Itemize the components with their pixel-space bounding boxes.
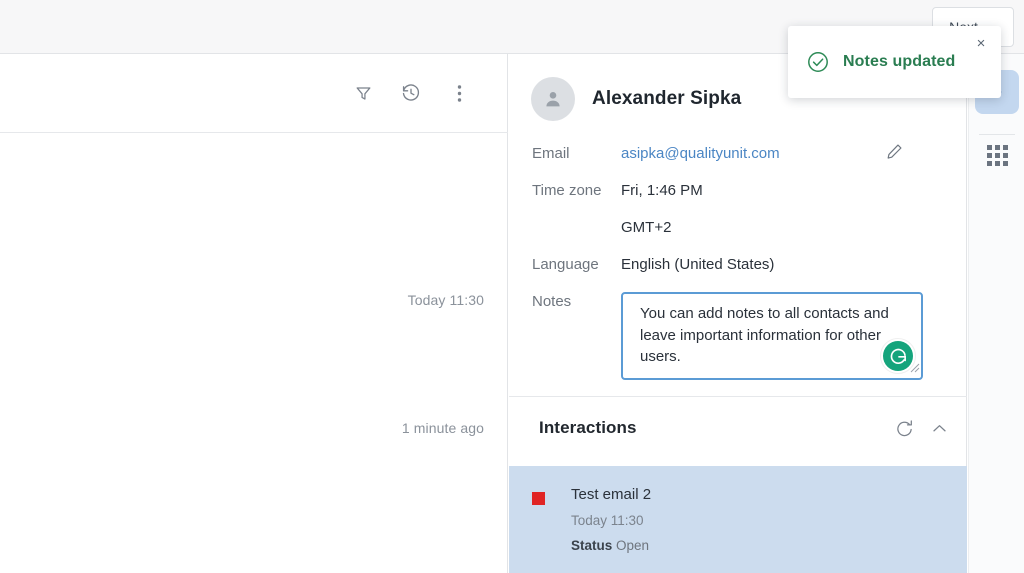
toast-notification: Notes updated × bbox=[788, 26, 1001, 98]
contact-name: Alexander Sipka bbox=[592, 88, 741, 110]
grid-cell bbox=[995, 145, 1000, 150]
chevron-up-icon[interactable] bbox=[930, 419, 949, 438]
field-value: Fri, 1:46 PM bbox=[621, 181, 703, 201]
filter-icon[interactable] bbox=[350, 80, 376, 106]
interaction-status: Status Open bbox=[571, 536, 651, 555]
history-icon[interactable] bbox=[398, 80, 424, 106]
field-label: Time zone bbox=[509, 181, 621, 201]
field-language: Language English (United States) bbox=[509, 255, 967, 275]
grid-cell bbox=[987, 145, 992, 150]
apps-grid-icon[interactable] bbox=[987, 145, 1008, 166]
conversation-panel: Today 11:30 1 minute ago bbox=[0, 54, 508, 573]
field-value: English (United States) bbox=[621, 255, 774, 275]
field-label: Email bbox=[509, 144, 621, 164]
interaction-row[interactable]: Test email 2 Today 11:30 Status Open bbox=[509, 466, 967, 573]
interaction-subject: Test email 2 bbox=[571, 484, 651, 506]
notes-textarea[interactable]: You can add notes to all contacts and le… bbox=[621, 292, 923, 380]
rail-divider bbox=[979, 134, 1015, 135]
status-label: Status bbox=[571, 538, 612, 553]
status-marker-icon bbox=[532, 492, 545, 505]
field-label: Language bbox=[509, 255, 621, 275]
field-notes: Notes You can add notes to all contacts … bbox=[509, 292, 967, 380]
close-icon[interactable]: × bbox=[972, 34, 990, 52]
contact-panel: Alexander Sipka Email asipka@qualityunit… bbox=[509, 54, 967, 573]
email-link[interactable]: asipka@qualityunit.com bbox=[621, 144, 780, 164]
notes-label: Notes bbox=[509, 292, 621, 312]
grid-cell bbox=[1003, 145, 1008, 150]
message-timestamp: 1 minute ago bbox=[402, 420, 484, 436]
grid-cell bbox=[1003, 153, 1008, 158]
grid-cell bbox=[1003, 161, 1008, 166]
right-rail bbox=[968, 54, 1024, 573]
avatar bbox=[531, 77, 575, 121]
field-value: GMT+2 bbox=[621, 218, 671, 238]
status-value: Open bbox=[616, 538, 649, 553]
resize-handle-icon[interactable] bbox=[909, 360, 920, 378]
check-circle-icon bbox=[806, 50, 830, 74]
more-options-icon[interactable] bbox=[446, 80, 472, 106]
field-email: Email asipka@qualityunit.com bbox=[509, 144, 967, 164]
message-list: Today 11:30 1 minute ago bbox=[0, 133, 508, 573]
app-root: Next → bbox=[0, 0, 1024, 573]
grid-cell bbox=[995, 153, 1000, 158]
interaction-time: Today 11:30 bbox=[571, 511, 651, 530]
grid-cell bbox=[987, 161, 992, 166]
notes-wrapper: You can add notes to all contacts and le… bbox=[621, 292, 923, 380]
message-timestamp: Today 11:30 bbox=[408, 292, 484, 308]
conversation-toolbar bbox=[0, 54, 508, 133]
field-timezone-offset: GMT+2 bbox=[509, 218, 967, 238]
contact-fields: Email asipka@qualityunit.com Time zone F… bbox=[509, 144, 967, 380]
grid-cell bbox=[987, 153, 992, 158]
refresh-icon[interactable] bbox=[895, 419, 914, 438]
interactions-title: Interactions bbox=[539, 418, 879, 438]
grid-cell bbox=[995, 161, 1000, 166]
field-timezone: Time zone Fri, 1:46 PM bbox=[509, 181, 967, 201]
interaction-details: Test email 2 Today 11:30 Status Open bbox=[571, 484, 651, 573]
interactions-header: Interactions bbox=[509, 397, 967, 459]
toast-message: Notes updated bbox=[843, 53, 955, 71]
